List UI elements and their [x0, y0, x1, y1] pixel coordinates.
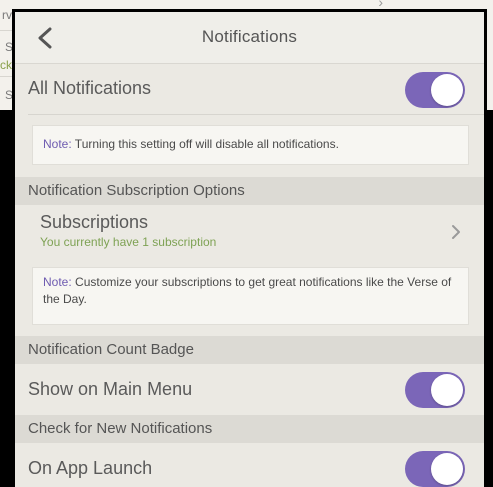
show-on-main-menu-toggle[interactable] — [405, 372, 465, 408]
toggle-knob — [431, 374, 463, 406]
row-divider — [28, 114, 484, 115]
section-header-subscriptions: Notification Subscription Options — [15, 177, 484, 205]
toggle-knob — [431, 453, 463, 485]
note-text: Customize your subscriptions to get grea… — [43, 275, 452, 306]
background-row-text: ck — [0, 58, 12, 72]
subscriptions-note: Note: Customize your subscriptions to ge… — [32, 267, 469, 325]
section-header-new-notifications: Check for New Notifications — [15, 415, 484, 443]
background-row-text: rv — [2, 8, 12, 22]
subscriptions-row[interactable]: Subscriptions You currently have 1 subsc… — [15, 205, 484, 257]
page-title: Notifications — [201, 27, 298, 46]
all-notifications-row: All Notifications — [15, 65, 484, 115]
note-key: Note: — [43, 275, 72, 289]
note-key: Note: — [43, 137, 72, 151]
all-notifications-toggle[interactable] — [405, 72, 465, 108]
subscriptions-title: Subscriptions — [40, 212, 149, 232]
on-app-launch-row: On App Launch — [15, 443, 484, 487]
subscriptions-subtitle: You currently have 1 subscription — [40, 235, 217, 249]
show-on-main-menu-label: Show on Main Menu — [28, 379, 193, 399]
on-app-launch-toggle[interactable] — [405, 451, 465, 487]
all-notifications-note: Note: Turning this setting off will disa… — [32, 125, 469, 165]
all-notifications-label: All Notifications — [28, 78, 152, 98]
notifications-modal: Notifications All Notifications Note: Tu… — [12, 9, 487, 487]
toggle-knob — [431, 74, 463, 106]
on-app-launch-label: On App Launch — [28, 458, 153, 478]
note-text: Turning this setting off will disable al… — [71, 137, 339, 151]
chevron-right-icon — [452, 225, 460, 239]
nav-bar: Notifications — [15, 12, 484, 64]
section-header-badge: Notification Count Badge — [15, 336, 484, 364]
show-on-main-menu-row: Show on Main Menu — [15, 364, 484, 416]
